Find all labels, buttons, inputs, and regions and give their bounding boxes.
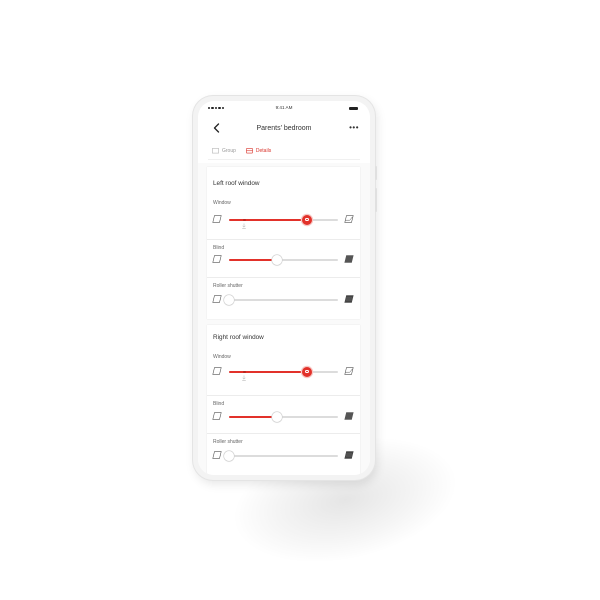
slider-marker bbox=[243, 370, 246, 374]
shutter-closed-icon bbox=[344, 295, 354, 303]
roller-shutter-slider-track[interactable] bbox=[224, 451, 338, 461]
roller-shutter-slider-track[interactable] bbox=[224, 295, 338, 305]
control-row-roller-shutter: Roller shutter bbox=[207, 277, 360, 321]
shutter-open-icon bbox=[212, 451, 222, 459]
control-label: Roller shutter bbox=[213, 283, 243, 289]
phone-frame: 9:41 AM Parents' bedroom ••• Group Detai… bbox=[193, 96, 377, 480]
battery-icon bbox=[349, 106, 358, 110]
blind-slider-track[interactable] bbox=[229, 255, 338, 265]
control-label: Window bbox=[213, 200, 231, 206]
details-icon bbox=[246, 148, 253, 154]
section-right-roof-window: Right roof window Window Blind Roller sh… bbox=[207, 325, 360, 475]
blind-slider-fill bbox=[229, 259, 277, 261]
window-slider-fill bbox=[229, 371, 308, 373]
tab-details-label: Details bbox=[255, 148, 272, 154]
app-header: Parents' bedroom ••• bbox=[198, 118, 370, 138]
control-label: Window bbox=[213, 354, 231, 360]
blind-slider-fill bbox=[229, 416, 277, 418]
blind-slider-knob[interactable] bbox=[271, 255, 282, 265]
page-title: Parents' bedroom bbox=[256, 125, 312, 132]
control-label: Blind bbox=[213, 401, 225, 407]
blind-slider-track[interactable] bbox=[229, 412, 338, 422]
window-slider-track[interactable] bbox=[229, 367, 338, 381]
tab-group-label: Group bbox=[222, 148, 236, 154]
view-tabs: Group Details bbox=[212, 148, 271, 154]
blind-closed-icon bbox=[344, 412, 354, 420]
arrow-down-icon bbox=[242, 223, 247, 229]
stage: 9:41 AM Parents' bedroom ••• Group Detai… bbox=[0, 0, 600, 600]
blind-open-icon bbox=[212, 412, 222, 420]
control-label: Roller shutter bbox=[213, 439, 243, 445]
tab-group[interactable]: Group bbox=[212, 148, 236, 154]
tab-divider bbox=[208, 159, 360, 160]
shutter-closed-icon bbox=[344, 451, 354, 459]
content-scroll[interactable]: Left roof window Window Blind Roller shu… bbox=[198, 163, 370, 475]
slider-marker bbox=[243, 218, 246, 222]
window-slider-knob[interactable] bbox=[302, 215, 313, 225]
section-left-roof-window: Left roof window Window Blind Roller shu… bbox=[207, 167, 360, 319]
control-row-roller-shutter: Roller shutter bbox=[207, 433, 360, 475]
control-row-window: Window bbox=[207, 349, 360, 393]
phone-side-button bbox=[375, 166, 377, 180]
window-slider-track[interactable] bbox=[229, 215, 338, 229]
blind-closed-icon bbox=[344, 255, 354, 263]
window-closed-icon bbox=[212, 215, 222, 223]
window-slider-knob[interactable] bbox=[302, 367, 313, 377]
tab-details[interactable]: Details bbox=[246, 148, 271, 154]
phone-side-button bbox=[375, 188, 377, 212]
window-open-icon bbox=[344, 215, 354, 223]
square-icon bbox=[212, 148, 219, 154]
control-row-window: Window bbox=[207, 195, 360, 239]
shutter-open-icon bbox=[212, 295, 222, 303]
phone-screen: 9:41 AM Parents' bedroom ••• Group Detai… bbox=[198, 101, 370, 475]
blind-open-icon bbox=[212, 255, 222, 263]
window-closed-icon bbox=[212, 367, 222, 375]
section-title: Right roof window bbox=[213, 334, 264, 341]
status-bar: 9:41 AM bbox=[198, 101, 370, 115]
arrow-down-icon bbox=[242, 375, 247, 381]
window-open-icon bbox=[344, 367, 354, 375]
more-options-icon[interactable]: ••• bbox=[349, 124, 359, 132]
control-label: Blind bbox=[213, 245, 225, 251]
blind-slider-knob[interactable] bbox=[271, 412, 282, 422]
status-time: 9:41 AM bbox=[275, 104, 293, 110]
roller-shutter-slider-knob[interactable] bbox=[224, 451, 234, 461]
section-title: Left roof window bbox=[213, 180, 260, 187]
roller-shutter-slider-knob[interactable] bbox=[224, 295, 234, 305]
window-slider-fill bbox=[229, 219, 308, 221]
